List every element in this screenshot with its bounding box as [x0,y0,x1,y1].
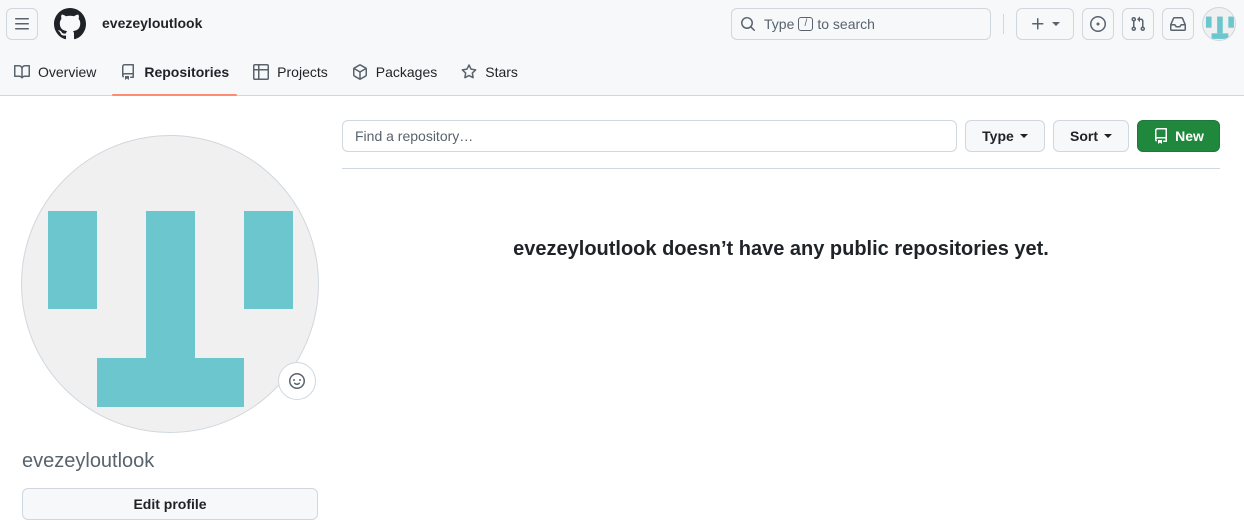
repo-icon [1155,128,1168,144]
sort-button[interactable]: Sort [1053,120,1129,152]
type-filter-button[interactable]: Type [965,120,1045,152]
book-icon [14,64,30,79]
create-new-button[interactable] [1016,8,1074,40]
identicon-icon [48,211,293,407]
edit-profile-button[interactable]: Edit profile [22,488,318,520]
tab-label: Projects [277,64,328,80]
inbox-icon [1170,17,1186,31]
header-divider [1003,14,1004,34]
tab-packages[interactable]: Packages [344,52,445,92]
menu-button[interactable] [6,8,38,40]
notifications-button[interactable] [1162,8,1194,40]
tab-label: Stars [485,64,518,80]
search-icon [741,17,756,32]
package-icon [352,64,367,80]
repo-icon [122,64,135,80]
chevron-down-icon [1019,134,1028,138]
profile-avatar[interactable] [21,135,319,433]
issue-opened-icon [1090,16,1106,32]
identicon-icon [1205,16,1234,39]
issues-button[interactable] [1082,8,1114,40]
smiley-icon [289,373,305,389]
github-logo-icon[interactable] [54,8,86,40]
global-search-input[interactable]: Type / to search [731,8,991,40]
new-repository-button[interactable]: New [1137,120,1220,152]
empty-repositories-message: evezeyloutlook doesn’t have any public r… [513,238,1049,260]
tab-label: Packages [375,64,438,80]
context-owner-link[interactable]: evezeyloutlook [102,15,202,31]
tab-projects[interactable]: Projects [245,52,336,92]
hamburger-icon [15,18,29,30]
tab-label: Repositories [144,64,230,80]
profile-nav-tabs: Overview Repositories Projects Packages … [0,52,534,96]
plus-icon [1032,18,1044,30]
user-avatar-button[interactable] [1202,7,1236,41]
divider [342,168,1220,169]
tab-overview[interactable]: Overview [6,52,104,92]
sort-label: Sort [1070,128,1098,144]
tab-stars[interactable]: Stars [453,52,526,92]
search-prefix-text: Type [764,16,795,32]
app-header: evezeyloutlook Type / to search Overview… [0,0,1244,96]
chevron-down-icon [1052,22,1060,26]
tab-label: Overview [38,64,97,80]
table-icon [253,64,270,80]
chevron-down-icon [1104,134,1112,138]
set-status-button[interactable] [278,362,316,400]
profile-login: evezeyloutlook [22,450,155,472]
tab-repositories[interactable]: Repositories [112,52,237,96]
type-filter-label: Type [982,128,1014,144]
git-pull-request-icon [1131,16,1146,32]
search-shortcut-key: / [798,17,814,31]
star-icon [461,64,477,79]
pull-requests-button[interactable] [1122,8,1154,40]
search-suffix-text: to search [817,16,875,32]
find-repository-input[interactable] [342,120,957,152]
new-repository-label: New [1175,128,1204,144]
